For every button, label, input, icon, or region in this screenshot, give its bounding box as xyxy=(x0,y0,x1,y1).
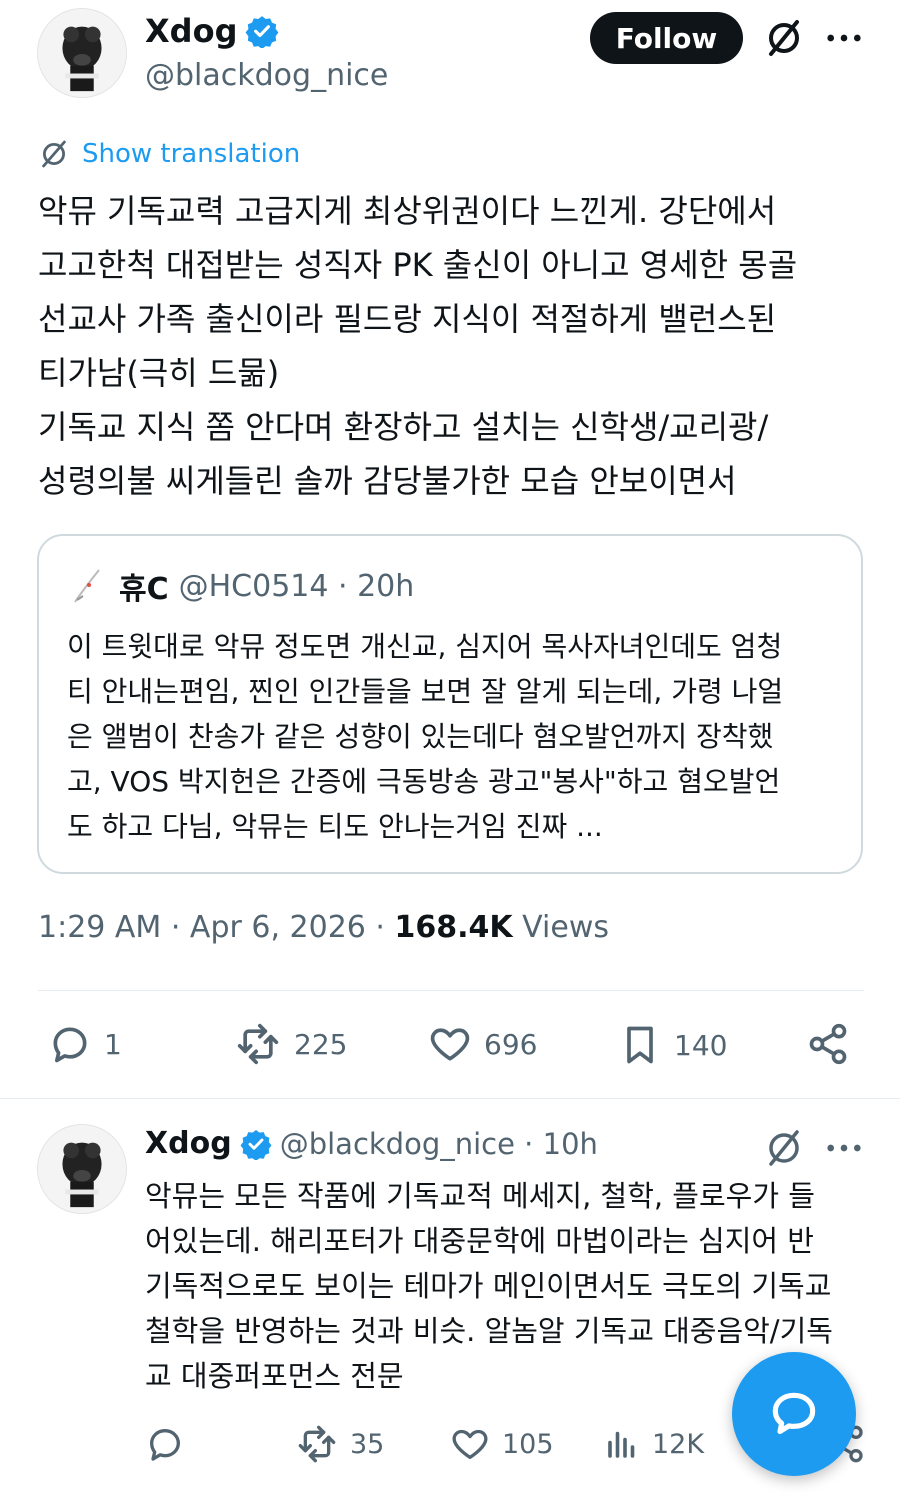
quoted-text-line: 티 안내는편임, 찐인 인간들을 보면 잘 알게 되는데, 가령 나얼 xyxy=(67,675,784,708)
repost-icon xyxy=(237,1023,279,1065)
bookmark-icon xyxy=(627,1026,653,1064)
avatar-image xyxy=(38,9,126,97)
views-count: 168.4K xyxy=(394,910,513,945)
quoted-author-name: 휴C xyxy=(119,572,169,607)
reply-author-name-text: Xdog xyxy=(145,1126,232,1161)
verified-badge-icon xyxy=(246,16,279,48)
quoted-text-line: 은 앨범이 찬송가 같은 성향이 있는데다 혐오발언까지 장착했 xyxy=(67,720,774,753)
quoted-tweet-header: 휴C @HC0514 · 20h xyxy=(69,564,414,608)
reply-text-line: 철학을 반영하는 것과 비슷. 알놈알 기독교 대중음악/기독 xyxy=(145,1314,833,1348)
tweet-text-line: 성령의불 씨게들린 솔까 감당불가한 모습 안보이면서 xyxy=(38,462,737,500)
grok-button[interactable] xyxy=(762,16,806,60)
reply-text-line: 어있는데. 해리포터가 대중문학에 마법이라는 심지어 반 xyxy=(145,1224,814,1258)
tweet-text: 악뮤 기독교력 고급지게 최상위권이다 느낀게. 강단에서 고고한척 대접받는 … xyxy=(38,184,868,508)
quoted-text-line: 고, VOS 박지헌은 간증에 극동방송 광고"봉사"하고 혐오발언 xyxy=(67,765,781,798)
compose-reply-fab[interactable] xyxy=(732,1352,856,1476)
like-button[interactable]: 696 xyxy=(428,1022,537,1066)
more-options-button[interactable] xyxy=(822,22,866,54)
heart-icon xyxy=(430,1028,470,1061)
reply-reply-button[interactable] xyxy=(145,1424,185,1464)
show-translation-label: Show translation xyxy=(82,139,301,169)
repost-count: 225 xyxy=(294,1027,348,1061)
translate-icon xyxy=(42,140,66,168)
avatar[interactable] xyxy=(37,8,127,98)
reply-repost-button[interactable]: 35 xyxy=(296,1424,384,1464)
tweet-text-line: 악뮤 기독교력 고급지게 최상위권이다 느낀게. 강단에서 xyxy=(38,192,777,230)
reply-author-handle: @blackdog_nice xyxy=(279,1126,515,1161)
repost-icon xyxy=(298,1425,336,1463)
avatar-image xyxy=(38,1125,126,1213)
heart-icon xyxy=(452,1429,488,1459)
grok-icon xyxy=(769,1130,799,1166)
reply-icon xyxy=(150,1429,180,1461)
tweet-text-line: 티가남(극히 드묾) xyxy=(38,354,280,392)
follow-button[interactable]: Follow xyxy=(590,12,743,64)
reply-author-name[interactable]: Xdog @blackdog_nice · 10h xyxy=(145,1126,598,1161)
views-icon xyxy=(608,1431,635,1458)
views-label: Views xyxy=(522,910,609,945)
share-button[interactable] xyxy=(806,1022,850,1066)
divider xyxy=(38,990,864,991)
reply-like-button[interactable]: 105 xyxy=(450,1424,554,1464)
like-count: 696 xyxy=(484,1027,538,1061)
author-handle[interactable]: @blackdog_nice xyxy=(145,58,388,93)
bookmark-count: 140 xyxy=(674,1028,728,1062)
show-translation-link[interactable]: Show translation xyxy=(38,138,300,170)
more-icon xyxy=(827,34,861,42)
author-name[interactable]: Xdog xyxy=(145,12,279,50)
tweet-timestamp[interactable]: 1:29 AM · Apr 6, 2026 · 168.4K Views xyxy=(38,910,609,945)
reply-views-count: 12K xyxy=(652,1428,705,1460)
quoted-tweet-card[interactable]: 휴C @HC0514 · 20h 이 트윗대로 악뮤 정도면 개신교, 심지어 … xyxy=(37,534,863,874)
reply-like-count: 105 xyxy=(502,1428,554,1460)
tweet-text-line: 선교사 가족 출신이라 필드랑 지식이 적절하게 밸런스된 xyxy=(38,300,777,338)
quoted-avatar xyxy=(74,569,100,603)
reply-icon xyxy=(53,1027,87,1063)
more-icon xyxy=(827,1144,861,1152)
quoted-author-meta: @HC0514 · 20h xyxy=(178,568,415,604)
tweet-text-line: 기독교 지식 쫌 안다며 환장하고 설치는 신학생/교리광/ xyxy=(38,408,769,446)
reply-avatar[interactable] xyxy=(37,1124,127,1214)
reply-views-button[interactable]: 12K xyxy=(604,1424,704,1464)
tweet-text-line: 고고한척 대접받는 성직자 PK 출신이 아니고 영세한 몽골 xyxy=(38,246,798,284)
reply-button[interactable]: 1 xyxy=(48,1022,122,1066)
reply-repost-count: 35 xyxy=(350,1428,385,1460)
timestamp-text: 1:29 AM · Apr 6, 2026 · xyxy=(38,910,395,945)
quoted-tweet-text: 이 트윗대로 악뮤 정도면 개신교, 심지어 목사자녀인데도 엄청 티 안내는편… xyxy=(67,624,847,849)
chat-bubble-icon xyxy=(772,1392,816,1435)
bookmark-button[interactable]: 140 xyxy=(618,1022,727,1068)
divider xyxy=(0,1098,900,1099)
reply-age: · 10h xyxy=(514,1126,598,1161)
repost-button[interactable]: 225 xyxy=(234,1022,347,1066)
share-icon xyxy=(809,1023,847,1065)
grok-icon xyxy=(769,20,799,56)
verified-badge-icon xyxy=(240,1129,272,1160)
reply-count: 1 xyxy=(104,1027,122,1061)
reply-text-line: 악뮤는 모든 작품에 기독교적 메세지, 철학, 플로우가 들 xyxy=(145,1179,815,1213)
quoted-text-line: 도 하고 다님, 악뮤는 티도 안나는거임 진짜 ... xyxy=(67,810,603,843)
reply-text-line: 기독적으로도 보이는 테마가 메인이면서도 극도의 기독교 xyxy=(145,1269,832,1303)
author-name-text: Xdog xyxy=(145,12,238,50)
reply-more-options-button[interactable] xyxy=(822,1132,866,1164)
reply-grok-button[interactable] xyxy=(762,1126,806,1170)
quoted-text-line: 이 트윗대로 악뮤 정도면 개신교, 심지어 목사자녀인데도 엄청 xyxy=(67,630,783,663)
